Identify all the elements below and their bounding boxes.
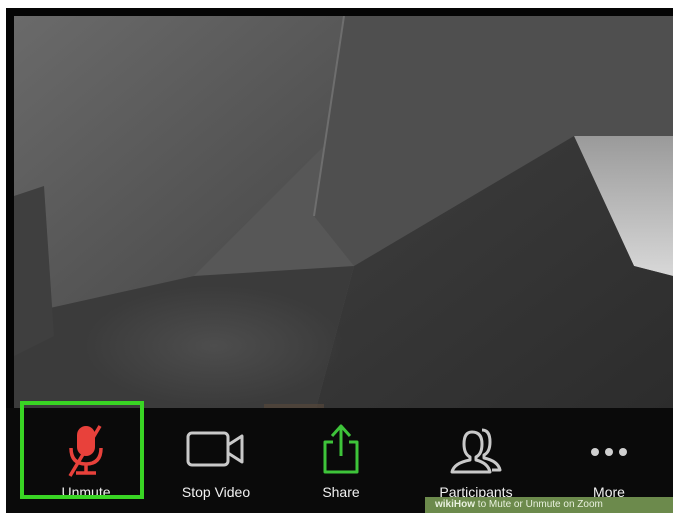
screenshot-frame: Unmute Stop Video Share Participants Mor… <box>0 0 678 518</box>
video-camera-icon <box>185 430 247 475</box>
share-label: Share <box>322 484 360 500</box>
wikihow-watermark: wikiHow to Mute or Unmute on Zoom <box>425 497 673 513</box>
stop-video-button[interactable]: Stop Video <box>166 408 266 513</box>
more-dots-icon <box>589 444 629 462</box>
unmute-label: Unmute <box>61 484 111 500</box>
stop-video-label: Stop Video <box>181 484 251 500</box>
video-feed[interactable] <box>14 16 673 416</box>
watermark-text: to Mute or Unmute on Zoom <box>477 499 603 510</box>
participants-icon <box>446 424 506 481</box>
unmute-button[interactable]: Unmute <box>28 408 144 513</box>
watermark-brand: wiki <box>435 499 454 510</box>
microphone-muted-icon <box>64 422 108 483</box>
watermark-brand-how: How <box>453 499 476 510</box>
share-button[interactable]: Share <box>306 408 376 513</box>
video-feed-image <box>14 16 673 416</box>
share-upload-icon <box>321 422 361 481</box>
zoom-meeting-screen: Unmute Stop Video Share Participants Mor… <box>6 8 673 513</box>
